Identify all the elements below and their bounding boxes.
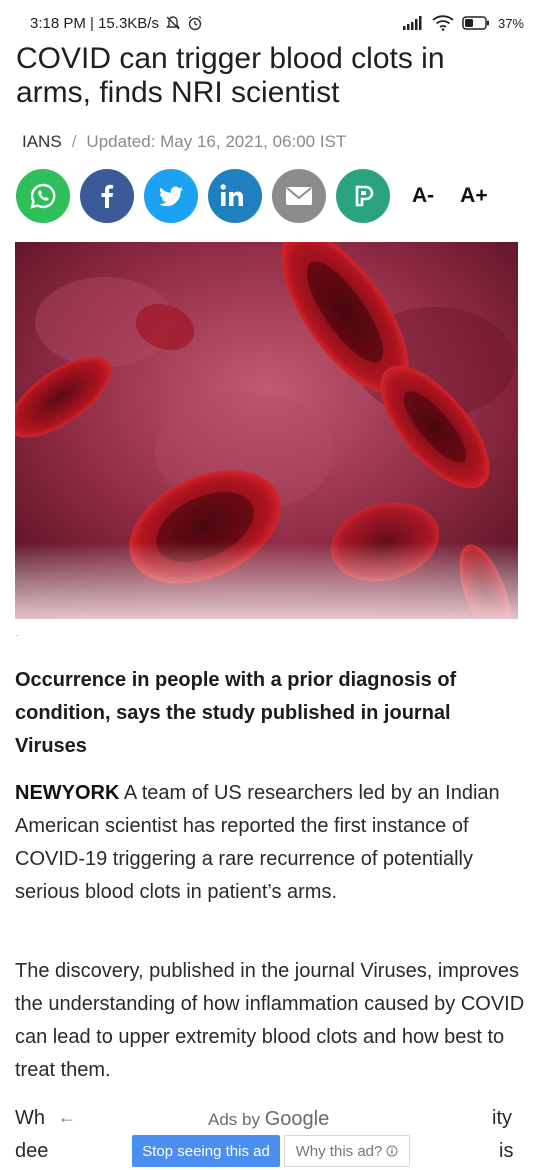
status-bar: 3:18 PM | 15.3KB/s 37% xyxy=(0,0,540,46)
koo-share-button[interactable] xyxy=(336,169,390,223)
article-updated: Updated: May 16, 2021, 06:00 IST xyxy=(86,132,347,151)
alarm-icon xyxy=(187,15,203,31)
image-caption-dot: . xyxy=(16,628,19,639)
why-this-ad-label: Why this ad? xyxy=(295,1142,383,1160)
font-increase-button[interactable]: A+ xyxy=(460,184,487,208)
blood-cells-illustration xyxy=(15,242,518,619)
wifi-icon xyxy=(432,15,454,31)
facebook-share-button[interactable] xyxy=(80,169,134,223)
koo-icon xyxy=(355,185,374,207)
article-source: IANS xyxy=(22,132,62,151)
status-time: 3:18 PM | 15.3KB/s xyxy=(30,14,159,32)
ads-by-text: Ads by xyxy=(208,1110,265,1129)
info-icon xyxy=(386,1145,398,1157)
article-headline: COVID can trigger blood clots in arms, f… xyxy=(16,42,445,109)
back-arrow-icon[interactable]: ← xyxy=(58,1107,76,1128)
twitter-icon xyxy=(159,186,183,207)
ads-by-google-label: Ads by Google xyxy=(208,1108,329,1131)
notifications-off-icon xyxy=(165,15,181,31)
paragraph-3-fragment-left-2: dee xyxy=(15,1140,49,1162)
paragraph-3-fragment-right-1: ity xyxy=(492,1107,512,1129)
article-paragraph-1: NEWYORK A team of US researchers led by … xyxy=(15,777,525,909)
byline-separator: / xyxy=(71,132,77,151)
ad-banner: ← Ads by Google Stop seeing this ad Why … xyxy=(52,1103,488,1170)
linkedin-icon xyxy=(220,184,243,206)
envelope-icon xyxy=(286,187,312,205)
battery-percent: 37% xyxy=(497,15,524,31)
twitter-share-button[interactable] xyxy=(144,169,198,223)
whatsapp-icon xyxy=(30,183,56,209)
linkedin-share-button[interactable] xyxy=(208,169,262,223)
facebook-icon xyxy=(101,184,114,208)
battery-icon xyxy=(462,16,490,30)
paragraph-3-fragment-right-2: is xyxy=(499,1140,514,1162)
paragraph-3-fragment-left-1: Wh xyxy=(15,1107,45,1129)
google-wordmark: Google xyxy=(264,1108,330,1130)
article-hero-image xyxy=(15,242,518,619)
why-this-ad-button[interactable]: Why this ad? xyxy=(284,1135,410,1167)
dateline: NEWYORK xyxy=(15,782,120,804)
share-bar: A- A+ xyxy=(16,168,502,224)
signal-icon xyxy=(402,16,424,30)
whatsapp-share-button[interactable] xyxy=(16,169,70,223)
stop-seeing-ad-button[interactable]: Stop seeing this ad xyxy=(132,1135,280,1167)
byline: IANS / Updated: May 16, 2021, 06:00 IST xyxy=(22,132,346,152)
article-lede: Occurrence in people with a prior diagno… xyxy=(15,669,457,757)
email-share-button[interactable] xyxy=(272,169,326,223)
article-paragraph-2: The discovery, published in the journal … xyxy=(15,960,525,1081)
font-decrease-button[interactable]: A- xyxy=(412,184,434,208)
